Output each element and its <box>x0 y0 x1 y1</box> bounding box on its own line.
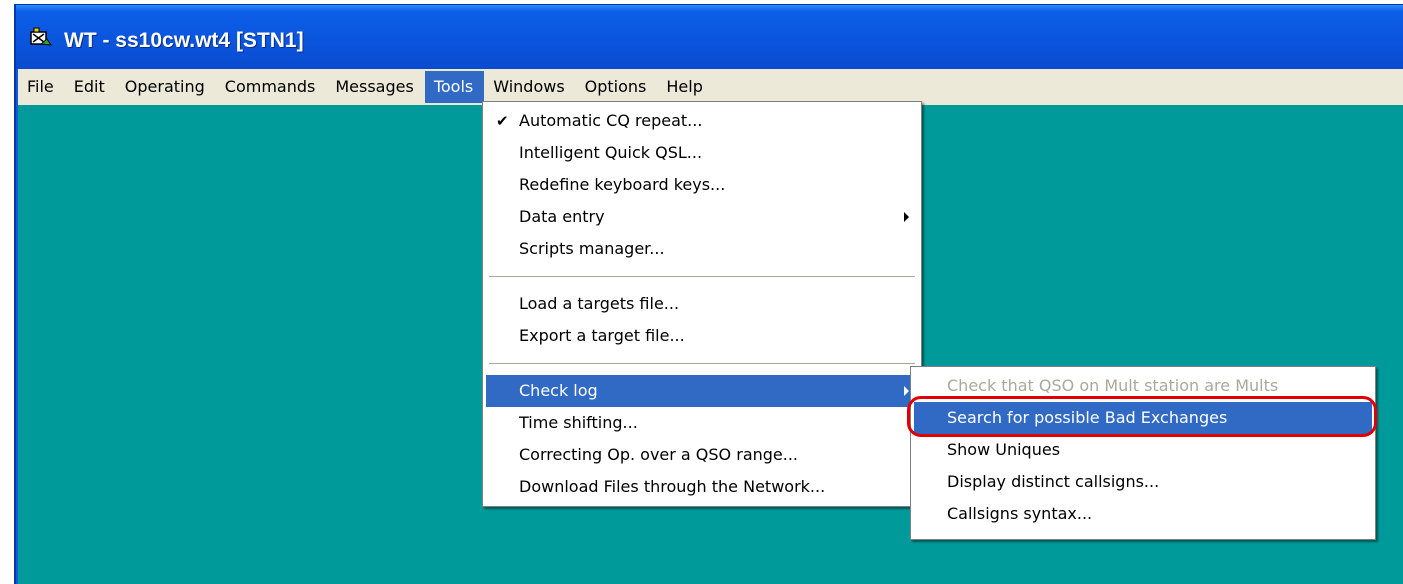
menu-item-label: Callsigns syntax... <box>947 504 1093 523</box>
menu-item-load-targets-file[interactable]: Load a targets file... <box>483 288 921 320</box>
title-bar[interactable]: WT - ss10cw.wt4 [STN1] <box>16 5 1403 69</box>
menu-item-redefine-keyboard-keys[interactable]: Redefine keyboard keys... <box>483 169 921 201</box>
menu-windows[interactable]: Windows <box>484 71 575 103</box>
submenu-arrow-icon <box>904 386 909 396</box>
menu-item-label: Download Files through the Network... <box>519 477 826 496</box>
menu-item-label: Check that QSO on Mult station are Mults <box>947 376 1279 395</box>
menu-item-label: Display distinct callsigns... <box>947 472 1160 491</box>
submenu-item-callsigns-syntax[interactable]: Callsigns syntax... <box>911 498 1375 530</box>
menu-options[interactable]: Options <box>576 71 658 103</box>
submenu-item-search-bad-exchanges[interactable]: Search for possible Bad Exchanges <box>914 402 1372 434</box>
menu-separator <box>489 276 915 278</box>
menu-item-label: Intelligent Quick QSL... <box>519 143 703 162</box>
menu-bar: File Edit Operating Commands Messages To… <box>18 69 1403 105</box>
menu-item-label: Search for possible Bad Exchanges <box>947 408 1228 427</box>
submenu-item-display-distinct-callsigns[interactable]: Display distinct callsigns... <box>911 466 1375 498</box>
menu-item-label: Scripts manager... <box>519 239 665 258</box>
menu-item-data-entry[interactable]: Data entry <box>483 201 921 233</box>
menu-item-label: Show Uniques <box>947 440 1061 459</box>
menu-item-automatic-cq-repeat[interactable]: ✔ Automatic CQ repeat... <box>483 105 921 137</box>
menu-item-export-target-file[interactable]: Export a target file... <box>483 320 921 352</box>
menu-tools[interactable]: Tools <box>424 71 485 103</box>
check-log-submenu: Check that QSO on Mult station are Mults… <box>910 366 1376 540</box>
submenu-arrow-icon <box>904 212 909 222</box>
menu-messages[interactable]: Messages <box>326 71 424 103</box>
menu-item-check-log[interactable]: Check log <box>486 375 918 407</box>
wt-app-icon <box>30 27 53 46</box>
menu-item-label: Redefine keyboard keys... <box>519 175 726 194</box>
window-title: WT - ss10cw.wt4 [STN1] <box>64 29 304 52</box>
submenu-item-check-mult-station: Check that QSO on Mult station are Mults <box>911 370 1375 402</box>
menu-edit[interactable]: Edit <box>65 71 116 103</box>
menu-operating[interactable]: Operating <box>116 71 216 103</box>
menu-item-label: Correcting Op. over a QSO range... <box>519 445 799 464</box>
checkmark-icon: ✔ <box>496 112 509 130</box>
menu-item-scripts-manager[interactable]: Scripts manager... <box>483 233 921 265</box>
menu-separator <box>489 363 915 365</box>
menu-item-correcting-op[interactable]: Correcting Op. over a QSO range... <box>483 439 921 471</box>
submenu-item-show-uniques[interactable]: Show Uniques <box>911 434 1375 466</box>
tools-dropdown-menu: ✔ Automatic CQ repeat... Intelligent Qui… <box>482 101 922 507</box>
menu-item-label: Load a targets file... <box>519 294 680 313</box>
menu-commands[interactable]: Commands <box>216 71 327 103</box>
menu-item-label: Time shifting... <box>519 413 638 432</box>
menu-item-label: Export a target file... <box>519 326 685 345</box>
menu-item-download-files[interactable]: Download Files through the Network... <box>483 471 921 503</box>
menu-item-time-shifting[interactable]: Time shifting... <box>483 407 921 439</box>
menu-file[interactable]: File <box>18 71 65 103</box>
menu-item-label: Check log <box>519 381 598 400</box>
menu-item-intelligent-quick-qsl[interactable]: Intelligent Quick QSL... <box>483 137 921 169</box>
menu-item-label: Data entry <box>519 207 605 226</box>
menu-item-label: Automatic CQ repeat... <box>519 111 703 130</box>
menu-help[interactable]: Help <box>657 71 713 103</box>
